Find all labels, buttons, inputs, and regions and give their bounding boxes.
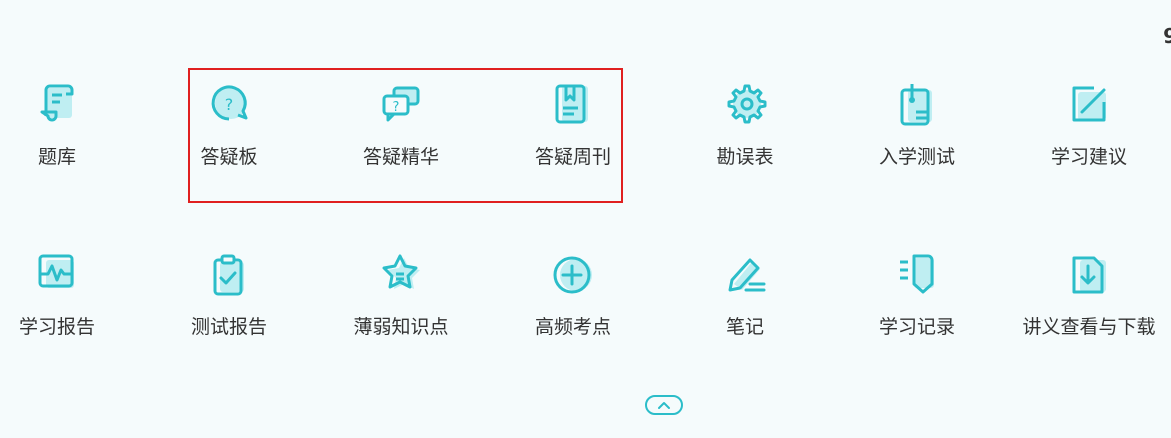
tile-test-report[interactable]: 测试报告 [144,250,314,360]
tile-frequent-points[interactable]: 高频考点 [488,250,658,360]
tile-label: 薄弱知识点 [353,316,449,338]
chevron-up-icon [657,400,671,410]
tile-study-report[interactable]: 学习报告 [0,250,142,360]
edge-partial-text: 9 [1163,24,1171,48]
test-paper-icon [892,80,942,130]
tile-label: 讲义查看与下载 [1022,316,1156,338]
tile-label: 答疑精华 [362,146,439,168]
list-record-icon [892,250,942,300]
tile-label: 笔记 [725,316,764,338]
plus-circle-icon [548,250,598,300]
svg-text:?: ? [225,95,234,114]
tile-label: 学习建议 [1050,146,1127,168]
tile-qa-weekly[interactable]: 答疑周刊 [488,80,658,190]
tile-qa-board[interactable]: ? 答疑板 [144,80,314,190]
tile-qa-essence[interactable]: ? 答疑精华 [316,80,486,190]
tile-label: 题库 [37,146,76,168]
tile-weak-points[interactable]: 薄弱知识点 [316,250,486,360]
pencil-icon [720,250,770,300]
tile-label: 勘误表 [716,146,774,168]
pulse-chart-icon [32,250,82,300]
clipboard-check-icon [204,250,254,300]
tile-study-records[interactable]: 学习记录 [832,250,1002,360]
pen-square-icon [1064,80,1114,130]
scroll-icon [32,80,82,130]
collapse-button[interactable] [645,395,683,415]
chat-question-icon: ? [376,80,426,130]
star-icon [376,250,426,300]
question-bubble-icon: ? [204,80,254,130]
tile-label: 学习记录 [878,316,955,338]
tile-label: 学习报告 [18,316,95,338]
svg-text:?: ? [393,100,400,115]
tile-handout-download[interactable]: 讲义查看与下载 [1004,250,1171,360]
gear-icon [720,80,770,130]
tile-errata[interactable]: 勘误表 [660,80,830,190]
tile-label: 测试报告 [190,316,267,338]
tile-label: 答疑板 [200,146,258,168]
tile-label: 高频考点 [534,316,611,338]
feature-grid: 9 题库 ? 答疑板 ? 答疑精华 答疑周刊 勘误表 入学测试 学习建议 学习报… [0,0,1171,438]
tile-question-bank[interactable]: 题库 [0,80,142,190]
download-doc-icon [1064,250,1114,300]
tile-notes[interactable]: 笔记 [660,250,830,360]
bookmark-book-icon [548,80,598,130]
tile-entrance-test[interactable]: 入学测试 [832,80,1002,190]
tile-label: 答疑周刊 [534,146,611,168]
tile-study-advice[interactable]: 学习建议 [1004,80,1171,190]
tile-label: 入学测试 [878,146,955,168]
